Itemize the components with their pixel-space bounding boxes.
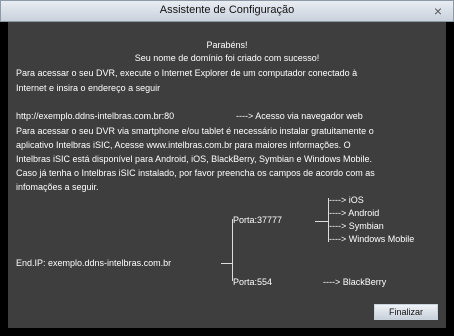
smart-text-line5: infomações a seguir. [16,182,99,192]
smart-text-line2: aplicativo Intelbras iSIC, Acesse www.in… [16,140,351,150]
url-text: http://exemplo.ddns-intelbras.com.br:80 [16,111,175,121]
title-bar: Assistente de Configuração × [0,0,454,22]
smart-text-line3: Intelbras iSIC está disponível para Andr… [16,154,372,164]
blackberry-text: ----> BlackBerry [323,277,387,287]
smart-text-line4: Caso já tenha o Intelbras iSIC instalado… [16,168,375,178]
web-access-label: ----> Acesso via navegador web [236,111,363,121]
smart-text-line1: Para acessar o seu DVR via smartphone e/… [16,126,374,136]
congrats-text: Parabéns! [206,40,248,50]
port1-text: Porta:37777 [233,215,283,225]
endip-connector [221,263,232,264]
endip-text: End.IP: exemplo.ddns-intelbras.com.br [16,258,172,268]
access-text-line2: Internet e insira o endereço a seguir [16,83,161,93]
ios-text: ----> iOS [329,195,364,205]
finish-button[interactable]: Finalizar [374,304,438,320]
content-panel: Parabéns! Seu nome de domínio foi criado… [8,22,446,328]
access-text-line1: Para acessar o seu DVR, execute o Intern… [16,68,358,78]
setup-wizard-window: Assistente de Configuração × Parabéns! S… [0,0,454,336]
port1-connector [315,221,328,222]
android-text: ----> Android [329,208,380,218]
port2-text: Porta:554 [233,277,273,287]
symbian-text: ----> Symbian [329,221,384,231]
window-title: Assistente de Configuração [159,4,295,16]
branch-vertical [232,219,233,281]
windows-mobile-text: ----> Windows Mobile [329,234,415,244]
close-icon[interactable]: × [429,2,447,20]
success-text: Seu nome de domínio foi criado com suces… [134,53,320,63]
